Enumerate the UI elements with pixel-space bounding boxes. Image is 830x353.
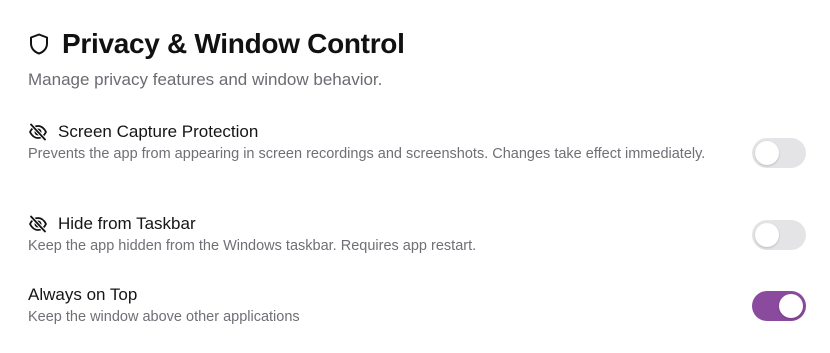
page-title: Privacy & Window Control (62, 28, 405, 59)
privacy-window-control-panel: Privacy & Window Control Manage privacy … (0, 0, 830, 353)
section-header: Privacy & Window Control (28, 26, 405, 62)
eye-off-icon (28, 214, 50, 234)
always-on-top-toggle[interactable] (752, 291, 806, 321)
hide-from-taskbar-toggle[interactable] (752, 220, 806, 250)
setting-label: Screen Capture Protection (58, 122, 259, 141)
setting-description: Keep the app hidden from the Windows tas… (28, 238, 477, 254)
setting-label: Hide from Taskbar (58, 214, 196, 233)
setting-label: Always on Top (28, 285, 138, 304)
page-subtitle: Manage privacy features and window behav… (28, 70, 383, 89)
setting-always-on-top: Always on Top Keep the window above othe… (28, 284, 818, 327)
toggle-knob (755, 223, 779, 247)
setting-description: Prevents the app from appearing in scree… (28, 146, 706, 162)
shield-icon (28, 32, 50, 56)
screen-capture-protection-toggle[interactable] (752, 138, 806, 168)
setting-description: Keep the window above other applications (28, 309, 300, 325)
eye-off-icon (28, 122, 50, 142)
setting-hide-from-taskbar: Hide from Taskbar Keep the app hidden fr… (28, 213, 818, 256)
toggle-knob (755, 141, 779, 165)
toggle-knob (779, 294, 803, 318)
setting-screen-capture-protection: Screen Capture Protection Prevents the a… (28, 121, 818, 164)
